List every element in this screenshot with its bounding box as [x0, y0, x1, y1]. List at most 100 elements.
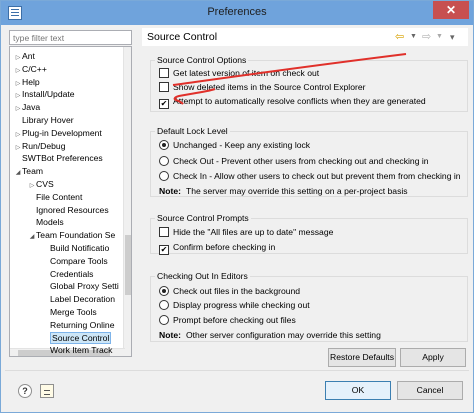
tree-item[interactable]: File Content [28, 191, 82, 203]
tree-item[interactable]: ▷ CVS [28, 178, 54, 190]
filter-input[interactable] [9, 30, 132, 45]
tree-item[interactable]: SWTBot Preferences [14, 152, 103, 164]
tree-item[interactable]: Models [28, 216, 64, 228]
note-label: Note: [159, 330, 181, 340]
collapse-arrow-icon[interactable]: ◢ [14, 167, 22, 179]
radio-button[interactable] [159, 171, 169, 181]
restore-defaults-button[interactable]: Restore Defaults [328, 348, 396, 367]
show-deleted-checkbox[interactable]: Show deleted items in the Source Control… [159, 81, 366, 93]
import-export-icon[interactable] [40, 384, 54, 398]
radio-label: Prompt before checking out files [173, 315, 296, 325]
source-control-options-group: Source Control Options Get latest versio… [150, 55, 468, 112]
back-arrow-icon[interactable]: ⇦ [395, 31, 409, 43]
tree-item-label: Merge Tools [50, 307, 97, 317]
tree-item-label: SWTBot Preferences [22, 153, 103, 164]
tree-item[interactable]: Compare Tools [42, 255, 108, 267]
page-title: Source Control [147, 31, 218, 43]
preference-tree[interactable]: ▷ Ant ▷ C/C++ ▷ Help ▷ Install/Update ▷ Java Libra… [9, 46, 132, 357]
cancel-button[interactable]: Cancel [397, 381, 463, 400]
tree-item[interactable]: Merge Tools [42, 306, 97, 318]
note-text: The server may override this setting on … [185, 186, 408, 196]
window-title: Preferences [207, 6, 267, 18]
tree-item-label: Compare Tools [50, 255, 108, 266]
apply-button[interactable]: Apply [400, 348, 466, 367]
radio-button[interactable] [159, 300, 169, 310]
view-menu-icon[interactable]: ▾ [450, 31, 455, 43]
tree-item[interactable]: ◢ Team [14, 165, 43, 177]
preferences-window: Preferences ✕ ▷Ant▷C/C++▷Help▷Install/Up… [0, 0, 474, 413]
lock-checkin-radio[interactable]: Check In - Allow other users to check ou… [159, 170, 461, 182]
checkbox[interactable] [159, 227, 169, 237]
lock-checkout-radio[interactable]: Check Out - Prevent other users from che… [159, 155, 429, 167]
tree-item[interactable]: ◢ Team Foundation Se [28, 229, 116, 243]
tree-item-label: Team [22, 166, 44, 177]
checkbox[interactable] [159, 68, 169, 78]
tree-item[interactable]: ▷ C/C++ [14, 63, 47, 75]
confirm-checkin-checkbox[interactable]: ✔ Confirm before checking in [159, 241, 276, 255]
get-latest-checkbox[interactable]: Get latest version of item on check out [159, 67, 319, 79]
tree-item[interactable]: ▷ Ant [14, 50, 35, 62]
lock-note: Note: The server may override this settin… [159, 185, 408, 197]
checking-out-group: Checking Out In Editors Check out files … [150, 271, 468, 342]
hide-uptodate-checkbox[interactable]: Hide the "All files are up to date" mess… [159, 226, 333, 238]
radio-button[interactable] [159, 286, 169, 296]
group-title: Checking Out In Editors [155, 271, 250, 282]
help-icon[interactable]: ? [18, 384, 32, 398]
auto-resolve-checkbox[interactable]: ✔ Attempt to automatically resolve confli… [159, 95, 426, 109]
footer-separator [5, 370, 469, 371]
close-button[interactable]: ✕ [433, 1, 469, 19]
checkbox-label: Attempt to automatically resolve conflic… [173, 96, 426, 106]
tree-scroll-thumb[interactable] [125, 235, 131, 295]
ok-button[interactable]: OK [325, 381, 391, 400]
checkbox-label: Get latest version of item on check out [173, 68, 320, 78]
tree-item-label: Help [22, 76, 40, 87]
tree-item[interactable]: Label Decoration [42, 293, 115, 305]
radio-label: Unchanged - Keep any existing lock [173, 140, 311, 150]
tree-item[interactable]: ▷ Install/Update [14, 88, 75, 100]
tree-item[interactable]: Ignored Resources [28, 204, 109, 216]
radio-button[interactable] [159, 140, 169, 150]
tree-item[interactable]: Library Hover [14, 114, 74, 126]
tree-item[interactable]: Build Notificatio [42, 242, 109, 254]
tree-item[interactable]: Work Item Track [42, 344, 112, 356]
forward-arrow-icon[interactable]: ⇨ [422, 31, 431, 43]
tree-item-label: Source Control [50, 331, 112, 344]
tree-item-label: Run/Debug [22, 140, 66, 151]
checkbox[interactable]: ✔ [159, 99, 169, 109]
tree-item-label: Install/Update [22, 89, 75, 100]
checkbox-label: Confirm before checking in [173, 242, 276, 252]
tree-item[interactable]: ▷ Java [14, 101, 40, 113]
group-title: Source Control Options [155, 55, 249, 66]
checkbox[interactable] [159, 82, 169, 92]
collapse-arrow-icon[interactable]: ◢ [28, 231, 36, 243]
prompt-before-checkout-radio[interactable]: Prompt before checking out files [159, 314, 296, 326]
radio-button[interactable] [159, 315, 169, 325]
tree-item[interactable]: ▷ Help [14, 76, 40, 88]
preference-page: Source Control ⇦ ▼ ⇨ ▼ ▾ Source Control … [142, 28, 468, 368]
tree-item[interactable]: ▷ Plug-in Development [14, 127, 102, 139]
checkout-note: Note: Other server configuration may over… [159, 329, 381, 341]
lock-unchanged-radio[interactable]: Unchanged - Keep any existing lock [159, 139, 310, 151]
tree-item-label: Label Decoration [50, 294, 115, 305]
radio-button[interactable] [159, 156, 169, 166]
tree-item-label: Work Item Track [50, 345, 113, 356]
note-text: Other server configuration may override … [185, 330, 381, 340]
tree-item-label: Models [36, 217, 64, 228]
forward-dropdown-icon[interactable]: ▼ [436, 31, 443, 43]
back-dropdown-icon[interactable]: ▼ [410, 31, 417, 43]
display-progress-radio[interactable]: Display progress while checking out [159, 299, 310, 311]
tree-item[interactable]: Source Control [42, 331, 112, 344]
default-lock-level-group: Default Lock Level Unchanged - Keep any … [150, 126, 468, 197]
tree-item-label: Java [22, 102, 41, 113]
checkbox[interactable]: ✔ [159, 245, 169, 255]
checkbox-label: Show deleted items in the Source Control… [173, 82, 366, 92]
tree-item[interactable]: Credentials [42, 268, 93, 280]
tree-item-label: Returning Online [50, 319, 115, 330]
preference-sidebar: ▷Ant▷C/C++▷Help▷Install/Update▷Java Libra… [9, 30, 132, 357]
tree-item[interactable]: Returning Online [42, 319, 115, 331]
tree-vertical-scrollbar[interactable] [123, 47, 131, 356]
checkout-background-radio[interactable]: Check out files in the background [159, 285, 300, 297]
tree-item[interactable]: ▷ Run/Debug [14, 140, 66, 152]
title-bar[interactable]: Preferences ✕ [1, 1, 473, 25]
tree-item[interactable]: Global Proxy Setti [42, 280, 119, 292]
